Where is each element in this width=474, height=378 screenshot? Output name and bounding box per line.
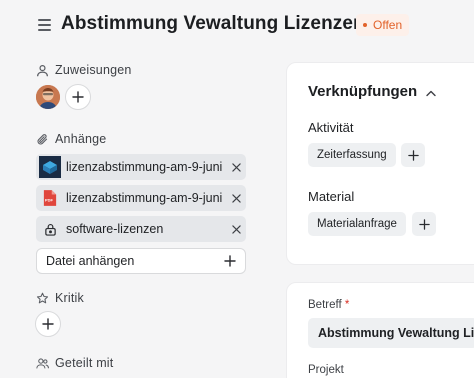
plus-icon <box>72 91 84 103</box>
image-thumbnail-icon <box>39 156 61 178</box>
attachment-name: software-lizenzen <box>66 222 164 236</box>
material-tag[interactable]: Materialanfrage <box>308 212 406 236</box>
page-title: Abstimmung Vewaltung Lizenzen <box>61 13 365 34</box>
subject-input[interactable]: Abstimmung Vewaltung Lizenzen <box>308 318 474 348</box>
attachment-chip[interactable]: lizenzabstimmung-am-9-juni <box>36 154 246 180</box>
close-icon <box>231 224 241 234</box>
close-icon <box>231 162 241 172</box>
critique-label: Kritik <box>55 291 84 305</box>
critique-section-label: Kritik <box>36 291 84 305</box>
paperclip-icon <box>37 133 48 144</box>
subject-label-text: Betreff <box>308 299 342 311</box>
remove-attachment-button[interactable] <box>226 162 246 172</box>
details-card: Betreff * Abstimmung Vewaltung Lizenzen … <box>286 282 474 378</box>
attach-file-button[interactable]: Datei anhängen <box>36 248 246 274</box>
attachment-chip[interactable]: PDF lizenzabstimmung-am-9-juni <box>36 185 246 211</box>
activity-tag[interactable]: Zeiterfassung <box>308 143 396 167</box>
attachment-name: lizenzabstimmung-am-9-juni <box>66 160 223 174</box>
material-label: Material <box>308 189 355 204</box>
plus-icon <box>418 218 430 230</box>
add-activity-button[interactable] <box>401 143 425 167</box>
status-label: Offen <box>373 18 403 32</box>
status-dot-icon <box>363 22 367 27</box>
assignments-label: Zuweisungen <box>55 63 132 77</box>
avatar[interactable] <box>36 85 60 109</box>
close-icon <box>231 193 241 203</box>
assignments-section-label: Zuweisungen <box>36 63 132 77</box>
links-title: Verknüpfungen <box>308 83 418 100</box>
project-field-label: Projekt <box>308 364 344 376</box>
attachment-name: lizenzabstimmung-am-9-juni <box>66 191 223 205</box>
attachment-chip[interactable]: software-lizenzen <box>36 216 246 242</box>
plus-icon <box>42 318 54 330</box>
star-icon <box>36 292 49 303</box>
add-critique-button[interactable] <box>35 311 61 337</box>
remove-attachment-button[interactable] <box>226 193 246 203</box>
pdf-file-icon: PDF <box>39 187 61 209</box>
attach-file-label: Datei anhängen <box>46 254 135 268</box>
users-icon <box>36 357 49 368</box>
plus-icon <box>224 255 236 267</box>
attachments-section-label: Anhänge <box>36 132 106 146</box>
add-material-button[interactable] <box>412 212 436 236</box>
shared-label: Geteilt mit <box>55 356 114 370</box>
required-mark: * <box>344 299 350 311</box>
plus-icon <box>407 149 419 161</box>
shared-section-label: Geteilt mit <box>36 356 113 370</box>
add-assignee-button[interactable] <box>65 84 91 110</box>
attachments-label: Anhänge <box>55 132 107 146</box>
page-header: Abstimmung Vewaltung Lizenzen Offen <box>0 0 474 50</box>
links-card: Verknüpfungen Aktivität Zeiterfassung Ma… <box>286 62 474 265</box>
lock-icon <box>39 218 61 240</box>
user-icon <box>37 64 48 76</box>
remove-attachment-button[interactable] <box>226 224 246 234</box>
subject-field-label: Betreff * <box>308 299 349 311</box>
chevron-up-icon[interactable] <box>425 89 437 97</box>
svg-text:PDF: PDF <box>45 198 53 203</box>
activity-label: Aktivität <box>308 120 354 135</box>
menu-icon[interactable] <box>36 16 54 34</box>
status-badge[interactable]: Offen <box>356 14 410 36</box>
